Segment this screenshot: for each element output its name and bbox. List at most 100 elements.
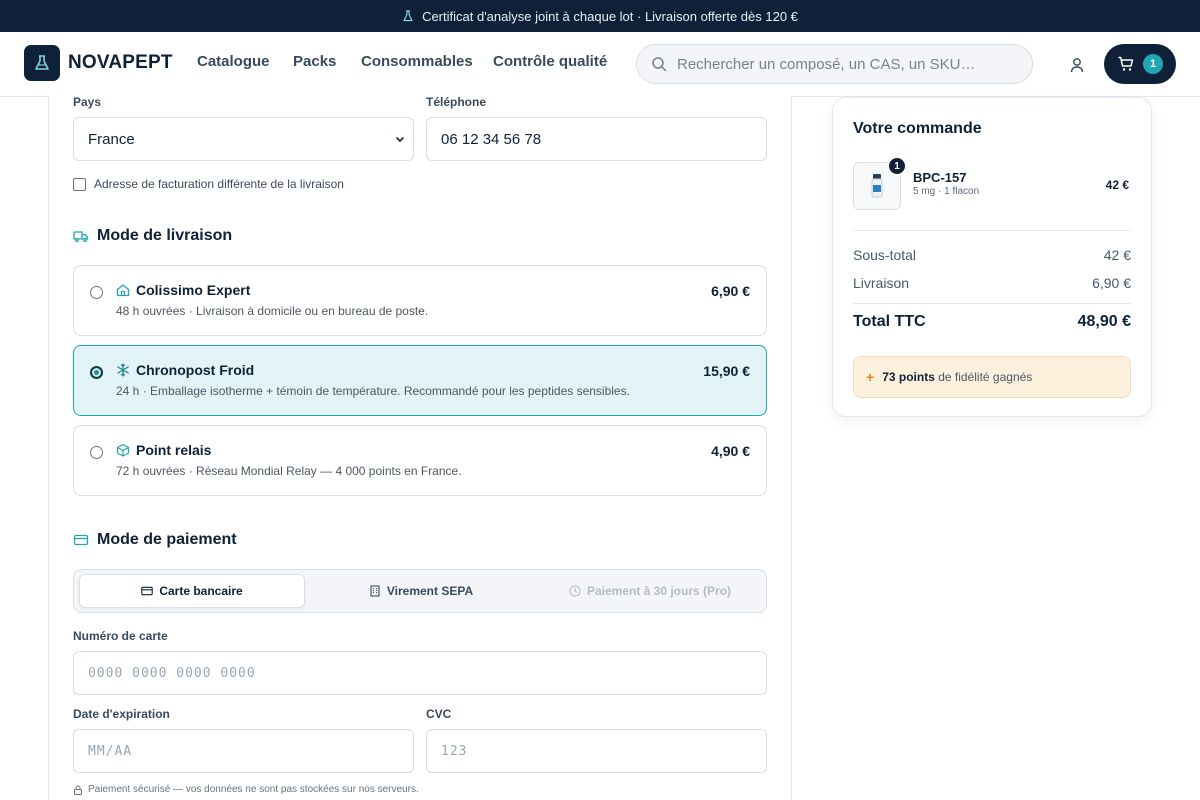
cvc-placeholder: 123 <box>441 743 468 759</box>
item-meta: 5 mg · 1 flacon <box>913 186 980 197</box>
shipping-option-price: 4,90 € <box>711 443 750 459</box>
billing-checkbox-label: Adresse de facturation différente de la … <box>94 177 344 191</box>
expiry-placeholder: MM/AA <box>88 743 133 759</box>
house-icon <box>116 284 130 297</box>
nav-consommables[interactable]: Consommables <box>361 53 473 70</box>
shipping-option-name: Chronopost Froid <box>116 362 254 378</box>
summary-title: Votre commande <box>853 120 982 137</box>
shipping-option-point-relais[interactable]: Point relais 72 h ouvrées · Réseau Mondi… <box>73 425 767 496</box>
phone-value: 06 12 34 56 78 <box>441 130 542 148</box>
search-input[interactable] <box>677 55 1007 73</box>
cart-button[interactable]: 1 <box>1104 44 1176 84</box>
truck-icon <box>73 231 89 243</box>
total-row: Total TTC 48,90 € <box>853 313 1131 331</box>
loyalty-points: 73 points <box>882 370 935 384</box>
shipping-option-name: Point relais <box>116 442 211 458</box>
shipping-radio-chronopost[interactable] <box>90 366 103 379</box>
shipping-radio-colissimo[interactable] <box>90 286 103 299</box>
search-bar[interactable] <box>636 44 1033 84</box>
cart-count-badge: 1 <box>1143 54 1163 74</box>
tab-paiement-30-jours: Paiement à 30 jours (Pro) <box>537 574 763 608</box>
announcement-text: Certificat d'analyse joint à chaque lot … <box>422 8 798 24</box>
country-select[interactable]: France <box>73 117 414 161</box>
plus-icon: + <box>866 369 875 385</box>
user-icon <box>1070 58 1084 73</box>
cart-icon <box>1118 56 1134 71</box>
shipping-option-name: Colissimo Expert <box>116 282 250 298</box>
tab-label: Carte bancaire <box>159 584 243 598</box>
search-icon <box>652 57 667 72</box>
shipping-title: Mode de livraison <box>97 227 233 244</box>
expiry-label: Date d'expiration <box>73 707 170 721</box>
shipping-option-colissimo[interactable]: Colissimo Expert 48 h ouvrées · Livraiso… <box>73 265 767 336</box>
tab-label: Paiement à 30 jours (Pro) <box>586 584 732 598</box>
package-icon <box>116 443 130 457</box>
total-label: Total TTC <box>853 313 926 330</box>
logo-text[interactable]: NOVAPEPT <box>68 52 173 74</box>
summary-divider <box>853 230 1131 231</box>
lock-icon <box>74 785 82 795</box>
card-icon <box>73 534 89 546</box>
shipping-radio-point-relais[interactable] <box>90 446 103 459</box>
item-name: BPC-157 <box>913 170 967 185</box>
shipping-option-desc: 72 h ouvrées · Réseau Mondial Relay — 4 … <box>116 464 462 478</box>
nav-catalogue[interactable]: Catalogue <box>197 53 270 70</box>
payment-title: Mode de paiement <box>97 531 237 548</box>
card-number-field[interactable]: 0000 0000 0000 0000 <box>73 651 767 695</box>
card-number-label: Numéro de carte <box>73 629 168 643</box>
shipping-option-price: 6,90 € <box>711 283 750 299</box>
payment-tabs: Carte bancaire Virement SEPA Paiement à … <box>73 569 767 613</box>
expiry-field[interactable]: MM/AA <box>73 729 414 773</box>
shipping-option-chronopost[interactable]: Chronopost Froid 24 h · Emballage isothe… <box>73 345 767 416</box>
shipping-option-desc: 24 h · Emballage isotherme + témoin de t… <box>116 384 630 398</box>
subtotal-value: 42 € <box>1103 247 1131 263</box>
loyalty-text-wrap: 73 points de fidélité gagnés <box>882 370 1032 384</box>
bank-icon <box>370 585 380 597</box>
account-button[interactable] <box>1066 54 1088 76</box>
shipping-option-label: Colissimo Expert <box>136 282 251 298</box>
billing-checkbox-row[interactable]: Adresse de facturation différente de la … <box>73 177 344 191</box>
card-icon <box>141 586 154 596</box>
clock-icon <box>569 585 581 597</box>
nav-packs[interactable]: Packs <box>293 53 336 70</box>
logo-mark[interactable] <box>24 45 60 81</box>
flask-icon <box>403 10 413 22</box>
shipping-section-title: Mode de livraison <box>73 227 232 245</box>
subtotal-row: Sous-total 42 € <box>853 247 1131 263</box>
shipping-option-label: Chronopost Froid <box>136 362 255 378</box>
phone-label: Téléphone <box>426 95 487 109</box>
tab-carte-bancaire[interactable]: Carte bancaire <box>79 574 305 608</box>
item-price: 42 € <box>1105 178 1129 192</box>
payment-section-title: Mode de paiement <box>73 531 237 549</box>
announcement-bar: Certificat d'analyse joint à chaque lot … <box>0 0 1200 32</box>
cvc-field[interactable]: 123 <box>426 729 767 773</box>
card-number-placeholder: 0000 0000 0000 0000 <box>88 665 256 681</box>
phone-field[interactable]: 06 12 34 56 78 <box>426 117 767 161</box>
loyalty-banner: + 73 points de fidélité gagnés <box>853 356 1131 398</box>
summary-divider <box>853 303 1131 304</box>
country-value: France <box>88 130 135 148</box>
cvc-label: CVC <box>426 707 452 721</box>
loyalty-text: de fidélité gagnés <box>938 370 1033 384</box>
shipping-option-price: 15,90 € <box>703 363 750 379</box>
item-quantity-badge: 1 <box>887 156 907 176</box>
shipping-cost-value: 6,90 € <box>1092 275 1131 291</box>
secure-note-text: Paiement sécurisé — vos données ne sont … <box>88 784 419 795</box>
chevron-down-icon <box>395 136 405 143</box>
snowflake-icon <box>117 363 129 377</box>
shipping-option-label: Point relais <box>136 442 212 458</box>
nav-controle-qualite[interactable]: Contrôle qualité <box>493 53 607 70</box>
secure-payment-note: Paiement sécurisé — vos données ne sont … <box>73 784 419 795</box>
billing-checkbox[interactable] <box>73 177 86 191</box>
total-value: 48,90 € <box>1077 313 1131 330</box>
shipping-option-desc: 48 h ouvrées · Livraison à domicile ou e… <box>116 304 429 318</box>
order-summary: Votre commande 1 BPC-157 5 mg · 1 flacon… <box>832 97 1152 417</box>
shipping-row: Livraison 6,90 € <box>853 275 1131 291</box>
flask-icon <box>35 55 49 70</box>
vial-icon <box>871 174 883 198</box>
tab-virement-sepa[interactable]: Virement SEPA <box>308 574 534 608</box>
subtotal-label: Sous-total <box>853 247 917 263</box>
tab-label: Virement SEPA <box>386 584 474 598</box>
site-header: NOVAPEPT Catalogue Packs Consommables Co… <box>0 32 1200 97</box>
shipping-cost-label: Livraison <box>853 275 910 291</box>
